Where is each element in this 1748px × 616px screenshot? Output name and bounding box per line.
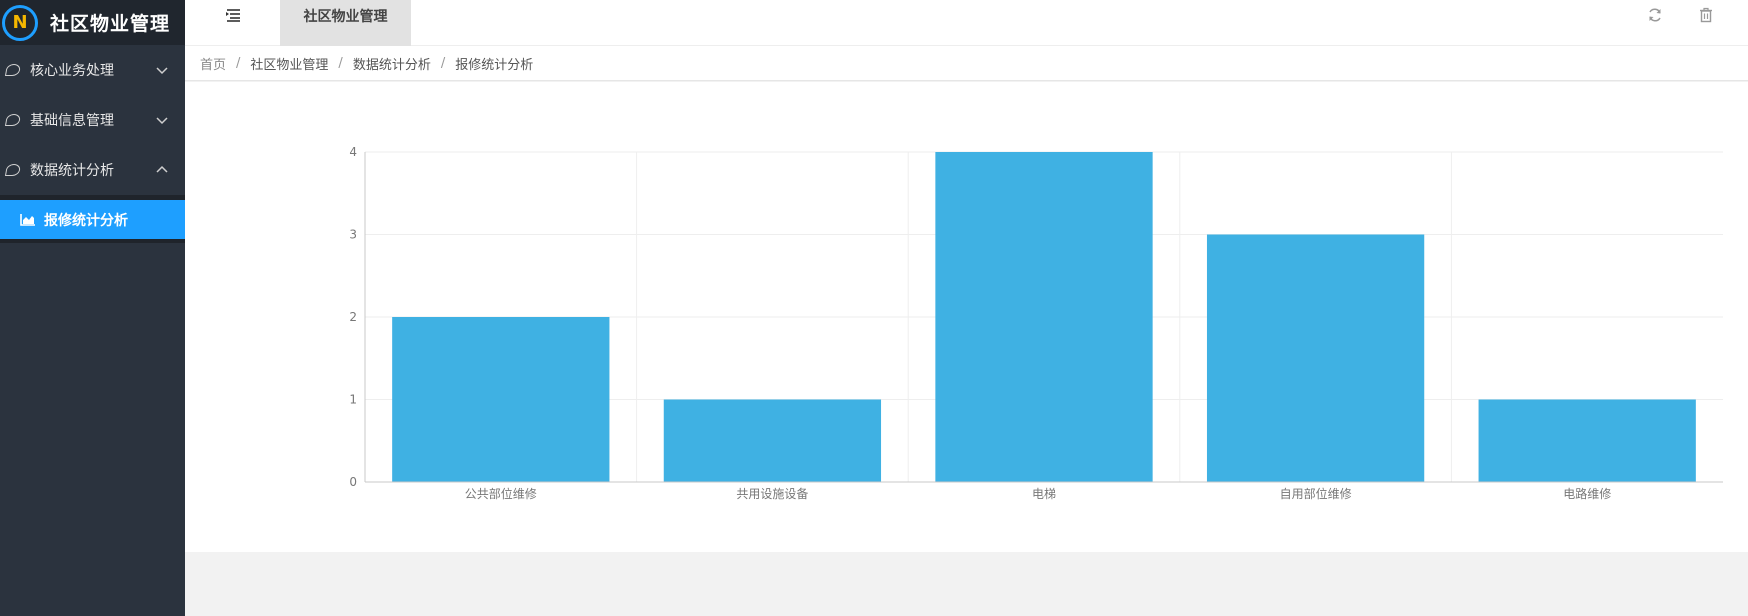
chart-panel: 0 1 2 3 4 公共部位维修 共用设施设备 电梯 自用部位维修 电路维修 <box>185 82 1748 552</box>
breadcrumb-separator: / <box>440 55 446 71</box>
chevron-down-icon <box>155 113 169 127</box>
bubble-icon <box>4 164 22 176</box>
breadcrumb-community[interactable]: 社区物业管理 <box>250 54 328 73</box>
submenu: 报修统计分析 <box>0 195 185 243</box>
y-tick-label: 2 <box>349 310 357 324</box>
sidebar: N 社区物业管理 核心业务处理 基础信息管理 数据统计分析 报修统计分析 <box>0 0 185 616</box>
bar <box>392 317 610 482</box>
refresh-icon[interactable] <box>1647 7 1663 23</box>
sidebar-item-data-analysis[interactable]: 数据统计分析 <box>0 145 185 195</box>
sidebar-subitem-repair-stats[interactable]: 报修统计分析 <box>0 200 185 239</box>
sidebar-item-core-business[interactable]: 核心业务处理 <box>0 45 185 95</box>
app-title: 社区物业管理 <box>50 13 171 35</box>
sidebar-item-label: 基础信息管理 <box>30 113 114 129</box>
y-tick-label: 1 <box>349 393 357 407</box>
trash-icon[interactable] <box>1698 7 1714 23</box>
top-header: 社区物业管理 <box>185 0 1748 46</box>
breadcrumb-current: 报修统计分析 <box>455 57 534 73</box>
y-tick-label: 4 <box>349 145 357 159</box>
chevron-down-icon <box>155 63 169 77</box>
bubble-icon <box>4 114 22 126</box>
x-tick-label: 自用部位维修 <box>1280 486 1352 501</box>
bar <box>935 152 1153 482</box>
bar <box>663 399 882 482</box>
tab-community-management[interactable]: 社区物业管理 <box>280 0 411 46</box>
logo-icon: N <box>2 4 38 41</box>
y-tick-label: 0 <box>349 475 357 489</box>
x-tick-label: 公共部位维修 <box>465 486 537 501</box>
x-tick-label: 电梯 <box>1032 487 1056 501</box>
bar <box>1478 399 1696 482</box>
breadcrumb-home[interactable]: 首页 <box>200 54 226 73</box>
chevron-up-icon <box>155 163 169 177</box>
x-tick-label: 电路维修 <box>1563 486 1611 501</box>
x-tick-label: 共用设施设备 <box>736 487 808 501</box>
menu-toggle-icon[interactable] <box>225 8 241 22</box>
sidebar-item-basic-info[interactable]: 基础信息管理 <box>0 95 185 145</box>
breadcrumb-separator: / <box>236 55 241 71</box>
area-chart-icon <box>20 213 35 226</box>
breadcrumb-data-analysis[interactable]: 数据统计分析 <box>353 54 431 73</box>
bar-chart: 0 1 2 3 4 公共部位维修 共用设施设备 电梯 自用部位维修 电路维修 <box>349 145 1723 501</box>
breadcrumb: 首页 / 社区物业管理 / 数据统计分析 / 报修统计分析 <box>185 46 1748 81</box>
breadcrumb-separator: / <box>338 55 343 71</box>
bubble-icon <box>4 64 22 76</box>
y-tick-label: 3 <box>349 228 357 242</box>
bar <box>1206 234 1425 482</box>
sidebar-item-label: 数据统计分析 <box>30 163 114 179</box>
sidebar-subitem-label: 报修统计分析 <box>44 212 128 229</box>
logo: N 社区物业管理 <box>0 0 185 45</box>
sidebar-item-label: 核心业务处理 <box>30 63 114 79</box>
